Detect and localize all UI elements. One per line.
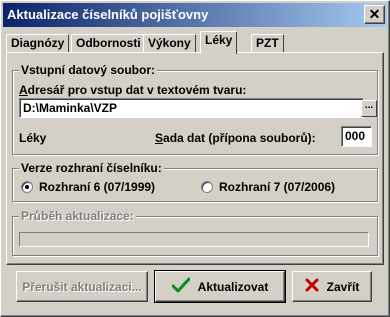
input-file-group: Vstupní datový soubor: Adresář pro vstup… — [12, 63, 378, 155]
interface-version-group-title: Verze rozhraní číselníku: — [19, 161, 164, 175]
radio-interface-6[interactable]: Rozhraní 6 (07/1999) — [21, 180, 155, 194]
radio-unchecked-icon — [201, 181, 213, 193]
interrupt-update-button[interactable]: Přerušit aktualizaci... — [16, 271, 148, 302]
dialog-window: Aktualizace číselníků pojišťovny ✕ Diagn… — [0, 0, 390, 317]
tab-vykony[interactable]: Výkony — [143, 34, 196, 53]
title-bar[interactable]: Aktualizace číselníků pojišťovny ✕ — [3, 3, 387, 27]
update-button-label: Aktualizovat — [197, 279, 269, 294]
dataset-label: Sada dat (přípona souborů): — [155, 131, 316, 145]
radio-checked-icon — [21, 181, 33, 193]
progress-bar — [19, 232, 369, 247]
path-input[interactable]: D:\Maminka\VZP — [19, 98, 364, 118]
window-title: Aktualizace číselníků pojišťovny — [7, 7, 209, 22]
update-button[interactable]: Aktualizovat — [154, 270, 286, 303]
cross-icon — [305, 278, 319, 295]
tab-leky[interactable]: Léky — [200, 31, 238, 54]
dataset-input[interactable]: 000 — [341, 126, 372, 147]
radio-interface-6-label: Rozhraní 6 (07/1999) — [39, 180, 156, 194]
close-button[interactable]: Zavřít — [292, 271, 372, 302]
radio-interface-7[interactable]: Rozhraní 7 (07/2006) — [201, 180, 335, 194]
radio-interface-7-label: Rozhraní 7 (07/2006) — [219, 180, 336, 194]
progress-group: Průběh aktualizace: — [12, 209, 378, 256]
tab-panel-leky: Vstupní datový soubor: Adresář pro vstup… — [6, 52, 384, 265]
input-file-group-title: Vstupní datový soubor: — [19, 63, 158, 77]
path-label: Adresář pro vstup dat v textovém tvaru: — [19, 83, 247, 97]
browse-button[interactable]: ... — [361, 100, 377, 117]
tab-pzt[interactable]: PZT — [251, 34, 284, 53]
window-close-button[interactable]: ✕ — [364, 5, 385, 24]
tab-diagnozy[interactable]: Diagnózy — [6, 34, 70, 53]
close-button-label: Zavřít — [326, 279, 360, 294]
checkmark-icon — [171, 277, 191, 296]
interface-version-group: Verze rozhraní číselníku: Rozhraní 6 (07… — [12, 161, 378, 202]
progress-group-title: Průběh aktualizace: — [19, 209, 136, 223]
type-label: Léky — [19, 131, 47, 145]
tab-odbornosti[interactable]: Odbornosti — [71, 34, 146, 53]
